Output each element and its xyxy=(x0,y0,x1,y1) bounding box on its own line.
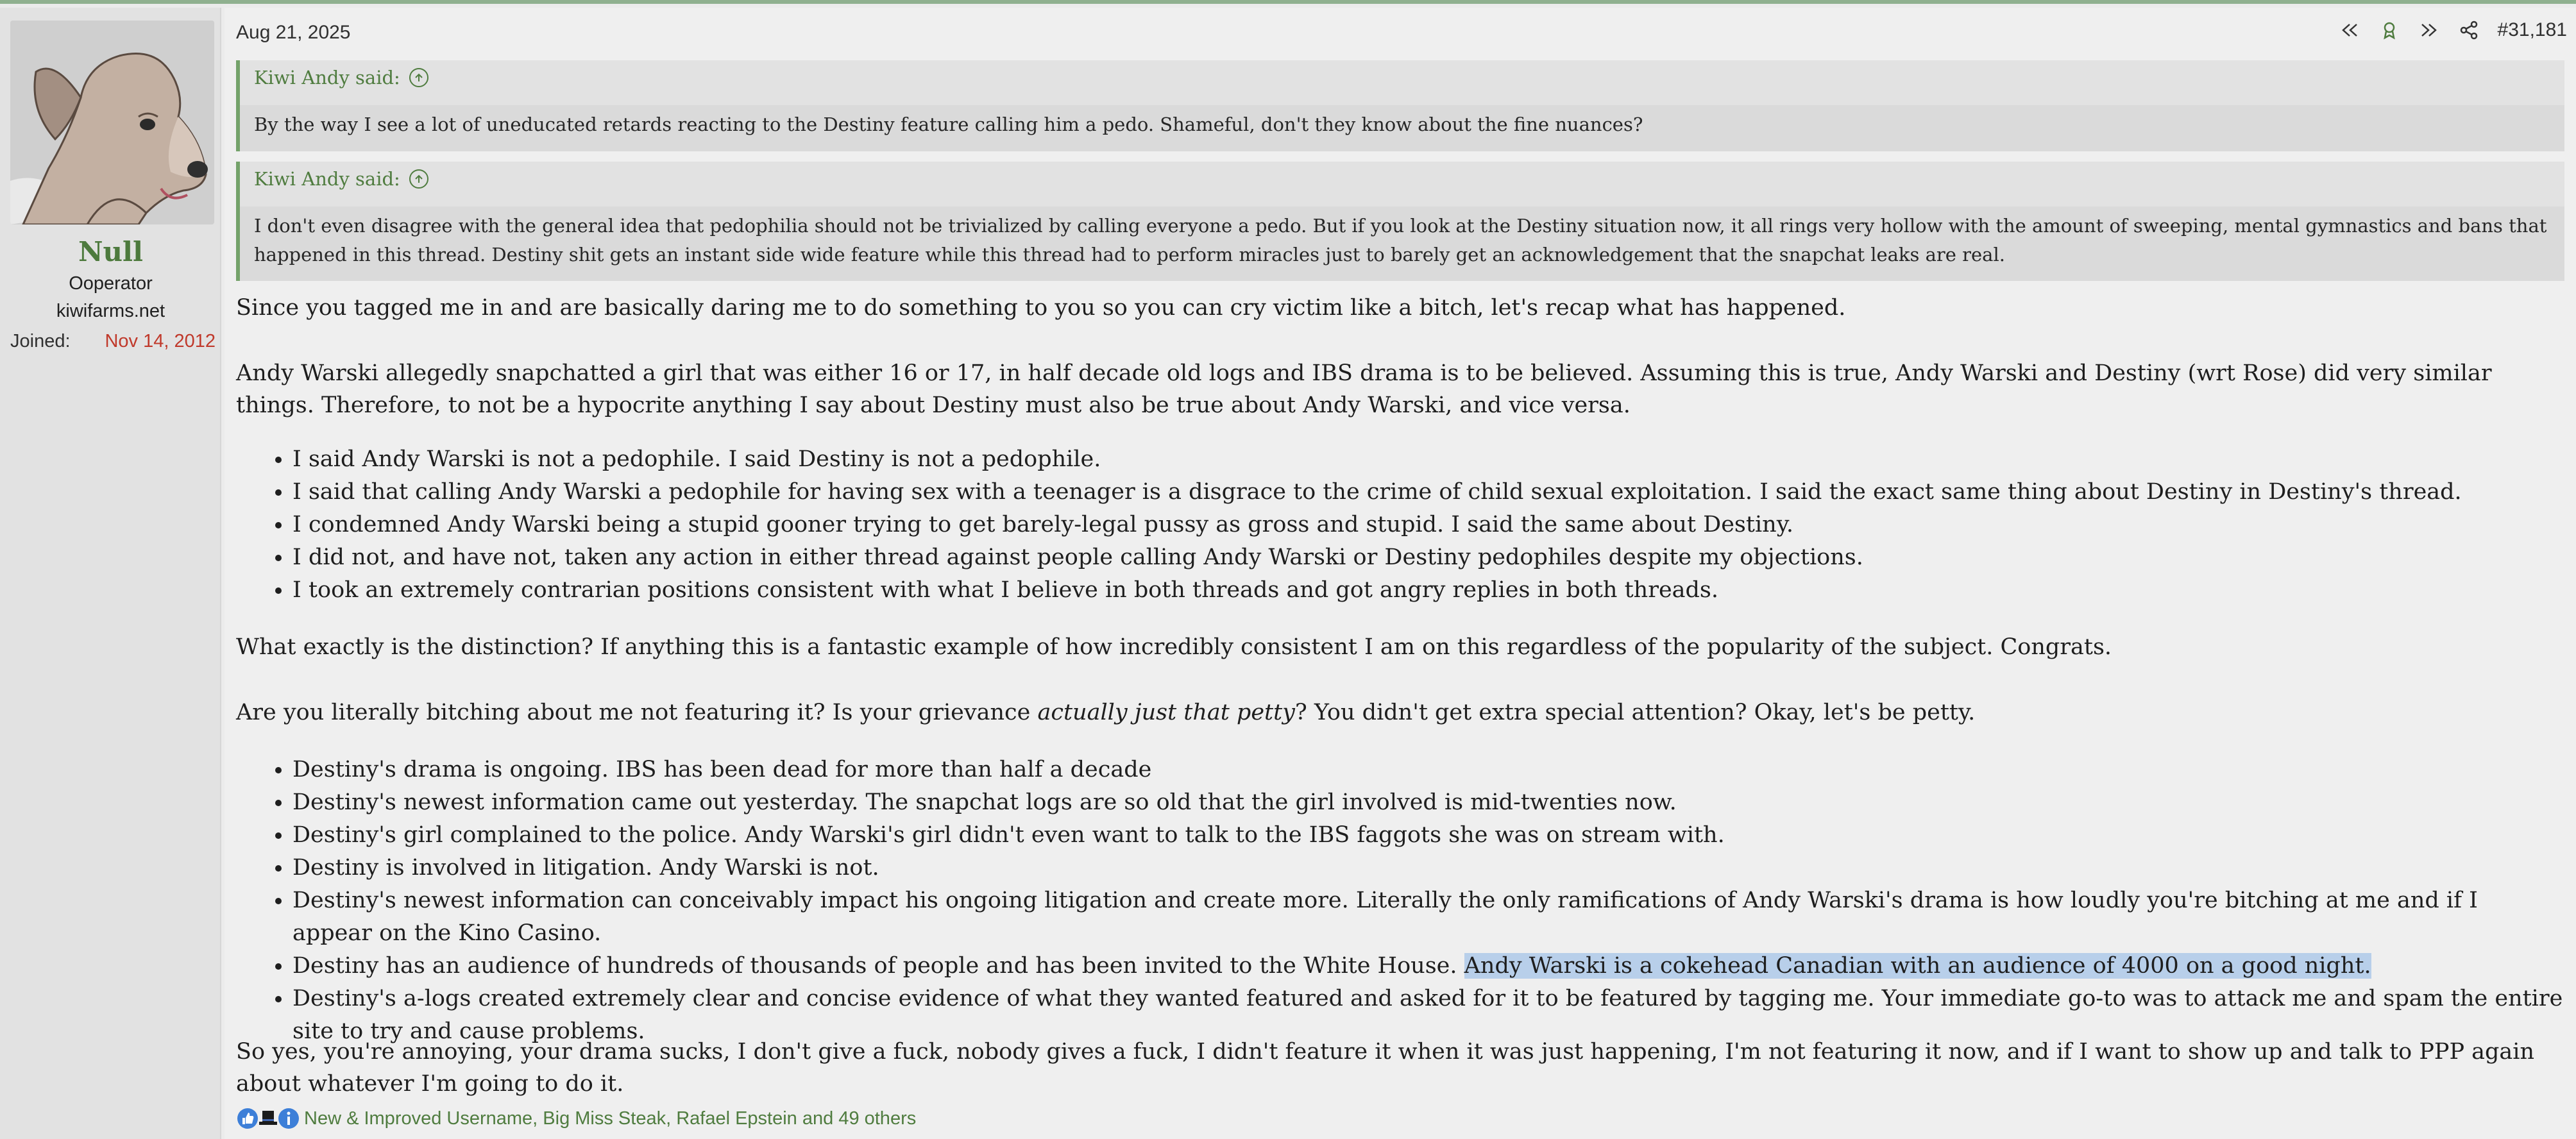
paragraph: Andy Warski allegedly snapchatted a girl… xyxy=(236,360,2492,418)
list-item: Destiny's newest information can conceiv… xyxy=(292,884,2564,950)
user-title: Ooperator xyxy=(69,273,153,294)
list-item: I said Andy Warski is not a pedophile. I… xyxy=(292,443,2564,476)
info-icon xyxy=(278,1108,299,1129)
arrow-up-icon[interactable] xyxy=(409,68,428,87)
first-icon[interactable] xyxy=(2339,19,2360,41)
quote-header[interactable]: Kiwi Andy said: xyxy=(254,67,428,89)
tag-icon[interactable] xyxy=(2378,19,2400,41)
thumbs-up-icon xyxy=(237,1108,258,1129)
avatar[interactable] xyxy=(10,21,214,224)
list-item: Destiny's newest information came out ye… xyxy=(292,786,2564,819)
paragraph: Since you tagged me in and are basically… xyxy=(236,295,1846,321)
share-icon[interactable] xyxy=(2458,19,2480,41)
post-tools: #31,181 xyxy=(2339,19,2567,41)
quote-author[interactable]: Kiwi Andy said: xyxy=(254,67,400,89)
paragraph: So yes, you're annoying, your drama suck… xyxy=(236,1039,2535,1097)
quote-block-2: Kiwi Andy said: I don't even disagree wi… xyxy=(236,162,2564,281)
reaction-icons xyxy=(236,1107,299,1130)
paragraph: Are you literally bitching about me not … xyxy=(236,696,2564,729)
joined-row: Joined: Nov 14, 2012 xyxy=(10,331,216,352)
list-item-text: Destiny has an audience of hundreds of t… xyxy=(292,953,1464,979)
page: Null Ooperator kiwifarms.net Joined: Nov… xyxy=(0,0,2576,1139)
quote-body: By the way I see a lot of uneducated ret… xyxy=(240,105,2564,151)
username[interactable]: Null xyxy=(0,236,221,267)
next-icon[interactable] xyxy=(2418,19,2440,41)
quote-author[interactable]: Kiwi Andy said: xyxy=(254,168,400,190)
quote-block-1: Kiwi Andy said: By the way I see a lot o… xyxy=(236,60,2564,151)
post-date[interactable]: Aug 21, 2025 xyxy=(236,22,351,44)
reactions-bar[interactable]: New & Improved Username, Big Miss Steak,… xyxy=(236,1107,916,1130)
list-item: I took an extremely contrarian positions… xyxy=(292,574,2564,607)
list-item: I did not, and have not, taken any actio… xyxy=(292,541,2564,574)
paragraph-text: ? You didn't get extra special attention… xyxy=(1294,700,1976,725)
post-number[interactable]: #31,181 xyxy=(2498,19,2567,41)
list-item: I said that calling Andy Warski a pedoph… xyxy=(292,476,2564,509)
list-item: Destiny is involved in litigation. Andy … xyxy=(292,852,2564,884)
reactions-text[interactable]: New & Improved Username, Big Miss Steak,… xyxy=(304,1108,916,1129)
user-sidebar: Null Ooperator kiwifarms.net Joined: Nov… xyxy=(0,8,221,1139)
quote-header[interactable]: Kiwi Andy said: xyxy=(254,168,428,190)
emphasis-text: actually just that petty xyxy=(1037,700,1295,725)
list-item: I condemned Andy Warski being a stupid g… xyxy=(292,509,2564,541)
selected-text[interactable]: Andy Warski is a cokehead Canadian with … xyxy=(1464,953,2371,979)
hat-icon xyxy=(259,1111,277,1125)
quote-body: I don't even disagree with the general i… xyxy=(240,207,2564,281)
list-item: Destiny has an audience of hundreds of t… xyxy=(292,950,2564,983)
joined-date: Nov 14, 2012 xyxy=(105,331,216,351)
bullet-list: Destiny's drama is ongoing. IBS has been… xyxy=(236,754,2564,1048)
arrow-up-icon[interactable] xyxy=(409,169,428,189)
list-item: Destiny's girl complained to the police.… xyxy=(292,819,2564,852)
joined-label: Joined: xyxy=(10,331,71,351)
list-item: Destiny's drama is ongoing. IBS has been… xyxy=(292,754,2564,786)
bullet-list: I said Andy Warski is not a pedophile. I… xyxy=(236,443,2564,607)
user-site: kiwifarms.net xyxy=(56,301,165,321)
paragraph: What exactly is the distinction? If anyt… xyxy=(236,634,2112,660)
dog-avatar-icon xyxy=(10,21,214,224)
paragraph-text: Are you literally bitching about me not … xyxy=(236,700,1038,725)
post-content: Aug 21, 2025 #31,181 Kiwi Andy said: By … xyxy=(225,8,2576,1139)
